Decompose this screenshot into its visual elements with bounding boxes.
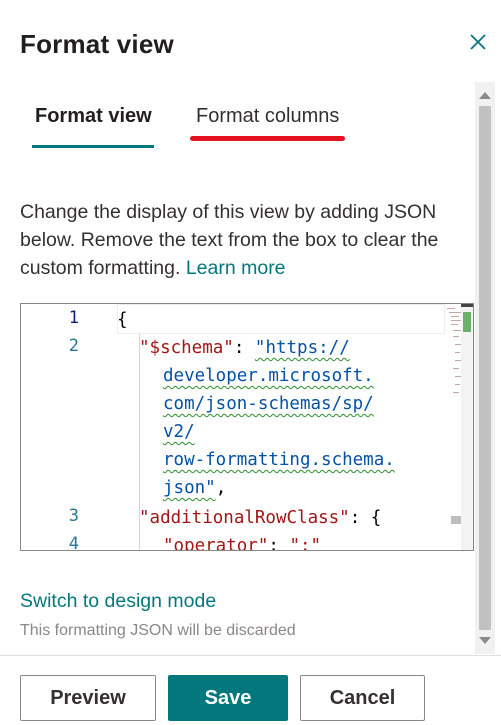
- editor-scrollbar[interactable]: [461, 304, 473, 550]
- json-comma: ,: [215, 478, 227, 498]
- save-button[interactable]: Save: [168, 675, 288, 721]
- json-colon: :: [349, 508, 371, 528]
- close-icon[interactable]: [466, 30, 490, 54]
- code-brace: {: [370, 508, 382, 528]
- json-colon: :: [233, 338, 255, 358]
- json-value: "https://: [254, 338, 350, 358]
- tab-bar: Format view Format columns: [0, 95, 475, 155]
- json-value: json": [163, 478, 216, 498]
- code-area[interactable]: { "$schema": "https:// developer.microso…: [117, 304, 437, 550]
- json-colon: :: [268, 536, 290, 551]
- line-number: 2: [68, 336, 79, 356]
- json-value: row-formatting.schema.: [163, 450, 395, 470]
- json-key: "$schema": [139, 338, 234, 358]
- code-brace: {: [117, 310, 128, 330]
- scroll-up-arrow-icon[interactable]: [479, 92, 491, 99]
- json-value: ":": [289, 536, 322, 551]
- panel-scrollbar[interactable]: [475, 82, 495, 654]
- code-line: {: [117, 306, 128, 334]
- cancel-button[interactable]: Cancel: [300, 675, 425, 721]
- code-line: "$schema": "https://: [139, 334, 350, 362]
- discard-note: This formatting JSON will be discarded: [20, 622, 296, 639]
- code-line: json",: [163, 474, 226, 502]
- code-line: row-formatting.schema.: [163, 446, 395, 474]
- line-number: 4: [68, 534, 79, 551]
- editor-scroll-thumb[interactable]: [463, 312, 471, 332]
- panel-title: Format view: [20, 29, 174, 59]
- code-line: "operator": ":": [163, 532, 322, 551]
- code-line: developer.microsoft.: [163, 362, 374, 390]
- preview-button[interactable]: Preview: [20, 675, 156, 721]
- json-key: "additionalRowClass": [139, 508, 350, 528]
- tab-format-view[interactable]: Format view: [35, 105, 152, 128]
- line-number: 1: [68, 308, 79, 328]
- json-key: "operator": [163, 536, 269, 551]
- description: Change the display of this view by addin…: [20, 198, 460, 282]
- json-value: developer.microsoft.: [163, 366, 374, 386]
- json-editor[interactable]: 1 2 3 4 { "$schema": "https:// developer…: [20, 303, 474, 551]
- learn-more-link[interactable]: Learn more: [186, 257, 286, 279]
- switch-to-design-mode-link[interactable]: Switch to design mode: [20, 590, 216, 613]
- line-number: 3: [68, 506, 79, 526]
- footer-actions: Preview Save Cancel: [0, 655, 501, 725]
- tab-selected-indicator: [32, 145, 154, 148]
- editor-scrollbar-top: [461, 304, 473, 307]
- highlight-underline: [190, 136, 345, 141]
- code-line: "additionalRowClass": {: [139, 504, 381, 532]
- json-value: com/json-schemas/sp/: [163, 394, 374, 414]
- tab-format-columns[interactable]: Format columns: [196, 105, 339, 128]
- json-value: v2/: [163, 422, 195, 442]
- overview-ruler-mark: [451, 516, 461, 524]
- panel-scroll-thumb[interactable]: [479, 106, 491, 630]
- format-view-panel: Format view Format view Format columns C…: [0, 0, 501, 725]
- code-line: v2/: [163, 418, 195, 446]
- scroll-down-arrow-icon[interactable]: [479, 637, 491, 644]
- code-line: com/json-schemas/sp/: [163, 390, 374, 418]
- line-number-gutter: 1 2 3 4: [21, 304, 116, 550]
